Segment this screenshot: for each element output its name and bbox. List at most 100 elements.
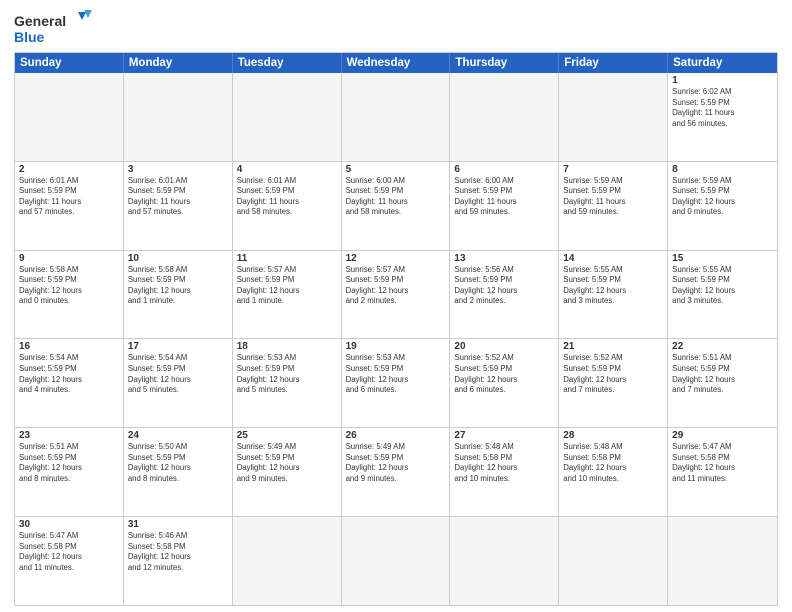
day-info: Sunrise: 5:58 AM Sunset: 5:59 PM Dayligh…: [19, 265, 119, 307]
day-number: 27: [454, 430, 554, 441]
day-number: 6: [454, 164, 554, 175]
day-cell-20: 20Sunrise: 5:52 AM Sunset: 5:59 PM Dayli…: [450, 339, 559, 427]
day-cell-19: 19Sunrise: 5:53 AM Sunset: 5:59 PM Dayli…: [342, 339, 451, 427]
day-number: 28: [563, 430, 663, 441]
day-cell-2: 2Sunrise: 6:01 AM Sunset: 5:59 PM Daylig…: [15, 162, 124, 250]
day-number: 23: [19, 430, 119, 441]
day-number: 22: [672, 341, 773, 352]
logo-svg: General Blue: [14, 10, 94, 46]
day-cell-empty: [450, 517, 559, 605]
day-number: 21: [563, 341, 663, 352]
day-number: 9: [19, 253, 119, 264]
day-cell-15: 15Sunrise: 5:55 AM Sunset: 5:59 PM Dayli…: [668, 251, 777, 339]
day-cell-empty: [15, 73, 124, 161]
day-header-sunday: Sunday: [15, 53, 124, 73]
day-cell-11: 11Sunrise: 5:57 AM Sunset: 5:59 PM Dayli…: [233, 251, 342, 339]
day-number: 4: [237, 164, 337, 175]
day-cell-7: 7Sunrise: 5:59 AM Sunset: 5:59 PM Daylig…: [559, 162, 668, 250]
day-cell-25: 25Sunrise: 5:49 AM Sunset: 5:59 PM Dayli…: [233, 428, 342, 516]
day-number: 16: [19, 341, 119, 352]
day-number: 15: [672, 253, 773, 264]
day-number: 10: [128, 253, 228, 264]
day-info: Sunrise: 6:01 AM Sunset: 5:59 PM Dayligh…: [237, 176, 337, 218]
day-number: 1: [672, 75, 773, 86]
day-cell-empty: [233, 517, 342, 605]
day-cell-29: 29Sunrise: 5:47 AM Sunset: 5:58 PM Dayli…: [668, 428, 777, 516]
day-cell-empty: [124, 73, 233, 161]
day-number: 25: [237, 430, 337, 441]
day-cell-8: 8Sunrise: 5:59 AM Sunset: 5:59 PM Daylig…: [668, 162, 777, 250]
day-cell-empty: [233, 73, 342, 161]
day-cell-3: 3Sunrise: 6:01 AM Sunset: 5:59 PM Daylig…: [124, 162, 233, 250]
day-header-tuesday: Tuesday: [233, 53, 342, 73]
day-cell-22: 22Sunrise: 5:51 AM Sunset: 5:59 PM Dayli…: [668, 339, 777, 427]
day-cell-empty: [342, 73, 451, 161]
weeks: 1Sunrise: 6:02 AM Sunset: 5:59 PM Daylig…: [15, 73, 777, 605]
day-header-wednesday: Wednesday: [342, 53, 451, 73]
day-cell-26: 26Sunrise: 5:49 AM Sunset: 5:59 PM Dayli…: [342, 428, 451, 516]
day-info: Sunrise: 5:51 AM Sunset: 5:59 PM Dayligh…: [19, 442, 119, 484]
day-cell-empty: [559, 517, 668, 605]
day-cell-9: 9Sunrise: 5:58 AM Sunset: 5:59 PM Daylig…: [15, 251, 124, 339]
day-info: Sunrise: 5:59 AM Sunset: 5:59 PM Dayligh…: [563, 176, 663, 218]
day-cell-31: 31Sunrise: 5:46 AM Sunset: 5:58 PM Dayli…: [124, 517, 233, 605]
day-info: Sunrise: 5:58 AM Sunset: 5:59 PM Dayligh…: [128, 265, 228, 307]
day-header-thursday: Thursday: [450, 53, 559, 73]
day-header-saturday: Saturday: [668, 53, 777, 73]
day-info: Sunrise: 5:46 AM Sunset: 5:58 PM Dayligh…: [128, 531, 228, 573]
day-cell-28: 28Sunrise: 5:48 AM Sunset: 5:58 PM Dayli…: [559, 428, 668, 516]
day-info: Sunrise: 5:52 AM Sunset: 5:59 PM Dayligh…: [454, 353, 554, 395]
week-row-1: 2 Sunrise: 6:01 AM Sunset: 5:59 PM Daylig…: [15, 161, 777, 250]
day-info: Sunrise: 5:52 AM Sunset: 5:59 PM Dayligh…: [563, 353, 663, 395]
day-info: Sunrise: 5:53 AM Sunset: 5:59 PM Dayligh…: [346, 353, 446, 395]
day-cell-30: 30Sunrise: 5:47 AM Sunset: 5:58 PM Dayli…: [15, 517, 124, 605]
day-info: Sunrise: 6:00 AM Sunset: 5:59 PM Dayligh…: [346, 176, 446, 218]
day-cell-10: 10Sunrise: 5:58 AM Sunset: 5:59 PM Dayli…: [124, 251, 233, 339]
day-info: Sunrise: 5:55 AM Sunset: 5:59 PM Dayligh…: [672, 265, 773, 307]
week-row-4: 23Sunrise: 5:51 AM Sunset: 5:59 PM Dayli…: [15, 427, 777, 516]
day-number: 30: [19, 519, 119, 530]
week-row-3: 16Sunrise: 5:54 AM Sunset: 5:59 PM Dayli…: [15, 338, 777, 427]
day-info: Sunrise: 5:50 AM Sunset: 5:59 PM Dayligh…: [128, 442, 228, 484]
day-info: Sunrise: 5:57 AM Sunset: 5:59 PM Dayligh…: [237, 265, 337, 307]
day-number: 18: [237, 341, 337, 352]
day-number: 17: [128, 341, 228, 352]
day-info: Sunrise: 5:57 AM Sunset: 5:59 PM Dayligh…: [346, 265, 446, 307]
week-row-0: 1Sunrise: 6:02 AM Sunset: 5:59 PM Daylig…: [15, 73, 777, 161]
day-cell-empty: [342, 517, 451, 605]
day-cell-4: 4Sunrise: 6:01 AM Sunset: 5:59 PM Daylig…: [233, 162, 342, 250]
day-header-monday: Monday: [124, 53, 233, 73]
day-cell-17: 17Sunrise: 5:54 AM Sunset: 5:59 PM Dayli…: [124, 339, 233, 427]
day-info: Sunrise: 5:55 AM Sunset: 5:59 PM Dayligh…: [563, 265, 663, 307]
day-info: Sunrise: 5:48 AM Sunset: 5:58 PM Dayligh…: [563, 442, 663, 484]
day-info: Sunrise: 5:47 AM Sunset: 5:58 PM Dayligh…: [672, 442, 773, 484]
day-info: Sunrise: 5:51 AM Sunset: 5:59 PM Dayligh…: [672, 353, 773, 395]
day-number: 29: [672, 430, 773, 441]
day-info: Sunrise: 5:48 AM Sunset: 5:58 PM Dayligh…: [454, 442, 554, 484]
day-cell-6: 6Sunrise: 6:00 AM Sunset: 5:59 PM Daylig…: [450, 162, 559, 250]
day-number: 8: [672, 164, 773, 175]
day-number: 31: [128, 519, 228, 530]
week-row-2: 9Sunrise: 5:58 AM Sunset: 5:59 PM Daylig…: [15, 250, 777, 339]
day-number: 14: [563, 253, 663, 264]
day-info: Sunrise: 5:54 AM Sunset: 5:59 PM Dayligh…: [19, 353, 119, 395]
day-headers: SundayMondayTuesdayWednesdayThursdayFrid…: [15, 53, 777, 73]
calendar: SundayMondayTuesdayWednesdayThursdayFrid…: [14, 52, 778, 606]
day-number: 7: [563, 164, 663, 175]
day-header-friday: Friday: [559, 53, 668, 73]
day-info: Sunrise: 5:49 AM Sunset: 5:59 PM Dayligh…: [237, 442, 337, 484]
week-row-5: 30Sunrise: 5:47 AM Sunset: 5:58 PM Dayli…: [15, 516, 777, 605]
day-number: 26: [346, 430, 446, 441]
svg-text:General: General: [14, 13, 66, 29]
day-cell-24: 24Sunrise: 5:50 AM Sunset: 5:59 PM Dayli…: [124, 428, 233, 516]
day-cell-12: 12Sunrise: 5:57 AM Sunset: 5:59 PM Dayli…: [342, 251, 451, 339]
day-cell-14: 14Sunrise: 5:55 AM Sunset: 5:59 PM Dayli…: [559, 251, 668, 339]
logo: General Blue: [14, 10, 94, 46]
day-number: 2: [19, 164, 119, 175]
day-number: 11: [237, 253, 337, 264]
day-info: Sunrise: 5:47 AM Sunset: 5:58 PM Dayligh…: [19, 531, 119, 573]
day-info: Sunrise: 5:53 AM Sunset: 5:59 PM Dayligh…: [237, 353, 337, 395]
day-cell-23: 23Sunrise: 5:51 AM Sunset: 5:59 PM Dayli…: [15, 428, 124, 516]
day-number: 3: [128, 164, 228, 175]
day-cell-13: 13Sunrise: 5:56 AM Sunset: 5:59 PM Dayli…: [450, 251, 559, 339]
